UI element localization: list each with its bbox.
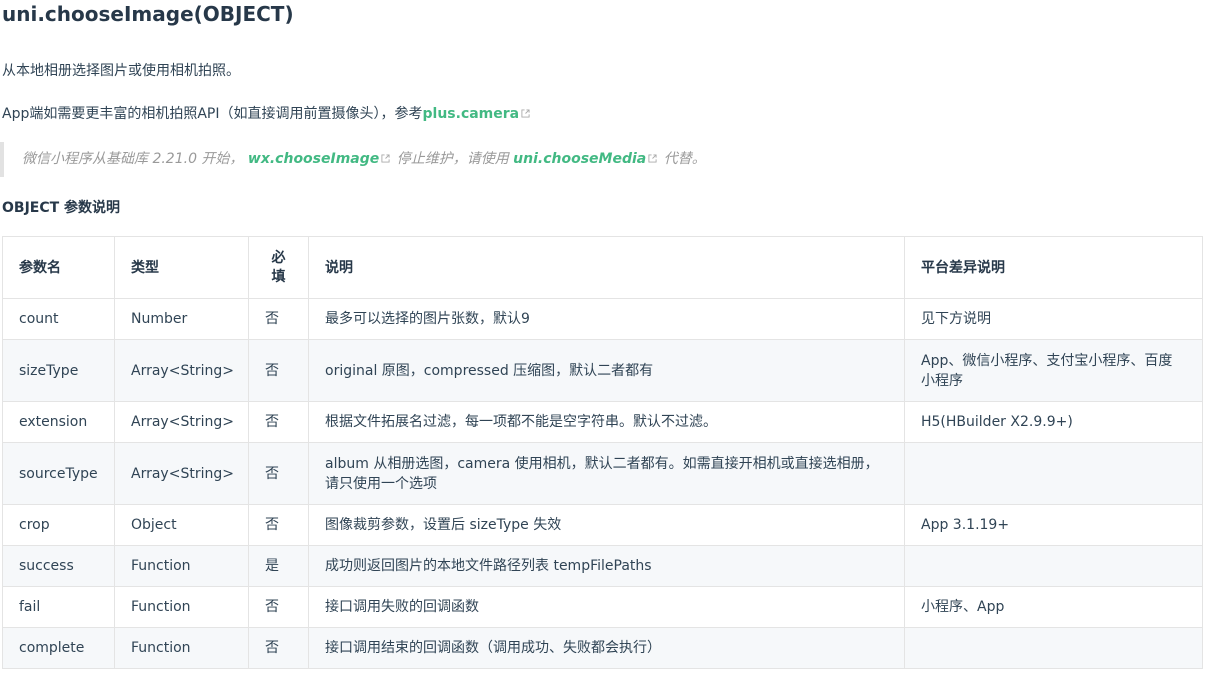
table-row: sourceType Array<String> 否 album 从相册选图，c… xyxy=(2,442,1203,505)
tip-prefix: 微信小程序从基础库 2.21.0 开始， xyxy=(22,151,244,167)
external-link-icon xyxy=(381,154,390,163)
table-row: complete Function 否 接口调用结束的回调函数（调用成功、失败都… xyxy=(2,627,1203,669)
cell-required: 否 xyxy=(248,504,309,546)
header-platform: 平台差异说明 xyxy=(904,236,1203,299)
cell-platform: App、微信小程序、支付宝小程序、百度小程序 xyxy=(904,339,1203,402)
cell-required: 否 xyxy=(248,442,309,505)
cell-desc: album 从相册选图，camera 使用相机，默认二者都有。如需直接开相机或直… xyxy=(308,442,905,505)
cell-type: Array<String> xyxy=(114,339,249,402)
cell-platform xyxy=(904,627,1203,669)
cell-desc: original 原图，compressed 压缩图，默认二者都有 xyxy=(308,339,905,402)
cell-platform xyxy=(904,545,1203,587)
table-row: fail Function 否 接口调用失败的回调函数 小程序、App xyxy=(2,586,1203,628)
cell-desc: 接口调用失败的回调函数 xyxy=(308,586,905,628)
external-link-icon xyxy=(521,109,530,118)
table-row: success Function 是 成功则返回图片的本地文件路径列表 temp… xyxy=(2,545,1203,587)
cell-platform: H5(HBuilder X2.9.9+) xyxy=(904,401,1203,443)
cell-required: 是 xyxy=(248,545,309,587)
cell-name: crop xyxy=(2,504,115,546)
header-required: 必填 xyxy=(248,236,309,299)
cell-type: Function xyxy=(114,627,249,669)
deprecation-tip: 微信小程序从基础库 2.21.0 开始， wx.chooseImage 停止维护… xyxy=(0,142,1190,177)
cell-platform: 见下方说明 xyxy=(904,298,1203,340)
page-title: uni.chooseImage(OBJECT) xyxy=(2,2,294,26)
intro-text: 从本地相册选择图片或使用相机拍照。 xyxy=(2,63,240,79)
cell-name: sizeType xyxy=(2,339,115,402)
cell-name: sourceType xyxy=(2,442,115,505)
cell-name: complete xyxy=(2,627,115,669)
table-row: sizeType Array<String> 否 original 原图，com… xyxy=(2,339,1203,402)
cell-type: Array<String> xyxy=(114,401,249,443)
cell-desc: 接口调用结束的回调函数（调用成功、失败都会执行） xyxy=(308,627,905,669)
cell-name: extension xyxy=(2,401,115,443)
cell-desc: 成功则返回图片的本地文件路径列表 tempFilePaths xyxy=(308,545,905,587)
cell-required: 否 xyxy=(248,627,309,669)
cell-required: 否 xyxy=(248,586,309,628)
cell-desc: 根据文件拓展名过滤，每一项都不能是空字符串。默认不过滤。 xyxy=(308,401,905,443)
cell-name: fail xyxy=(2,586,115,628)
tip-suffix: 代替。 xyxy=(663,151,706,167)
external-link-icon xyxy=(648,154,657,163)
section-title: OBJECT 参数说明 xyxy=(2,200,121,216)
uni-choosemedia-link[interactable]: uni.chooseMedia xyxy=(513,151,646,167)
plus-camera-link[interactable]: plus.camera xyxy=(423,106,520,122)
cell-type: Array<String> xyxy=(114,442,249,505)
header-name: 参数名 xyxy=(2,236,115,299)
table-row: extension Array<String> 否 根据文件拓展名过滤，每一项都… xyxy=(2,401,1203,443)
app-note-text: App端如需要更丰富的相机拍照API（如直接调用前置摄像头），参考 xyxy=(2,106,423,122)
cell-type: Object xyxy=(114,504,249,546)
cell-type: Function xyxy=(114,586,249,628)
params-table: 参数名 类型 必填 说明 平台差异说明 count Number 否 最多可以选… xyxy=(2,236,1203,669)
cell-name: count xyxy=(2,298,115,340)
cell-name: success xyxy=(2,545,115,587)
table-row: crop Object 否 图像裁剪参数，设置后 sizeType 失效 App… xyxy=(2,504,1203,546)
cell-required: 否 xyxy=(248,401,309,443)
cell-desc: 最多可以选择的图片张数，默认9 xyxy=(308,298,905,340)
cell-required: 否 xyxy=(248,298,309,340)
tip-middle: 停止维护，请使用 xyxy=(396,151,509,167)
cell-desc: 图像裁剪参数，设置后 sizeType 失效 xyxy=(308,504,905,546)
header-type: 类型 xyxy=(114,236,249,299)
cell-type: Number xyxy=(114,298,249,340)
header-required-line2: 填 xyxy=(271,268,286,285)
table-header-row: 参数名 类型 必填 说明 平台差异说明 xyxy=(2,236,1203,299)
cell-platform: App 3.1.19+ xyxy=(904,504,1203,546)
cell-required: 否 xyxy=(248,339,309,402)
app-note: App端如需要更丰富的相机拍照API（如直接调用前置摄像头），参考plus.ca… xyxy=(2,104,532,124)
cell-type: Function xyxy=(114,545,249,587)
header-required-line1: 必 xyxy=(271,249,286,266)
header-desc: 说明 xyxy=(308,236,905,299)
cell-platform xyxy=(904,442,1203,505)
wx-chooseimage-link[interactable]: wx.chooseImage xyxy=(248,151,379,167)
cell-platform: 小程序、App xyxy=(904,586,1203,628)
table-row: count Number 否 最多可以选择的图片张数，默认9 见下方说明 xyxy=(2,298,1203,340)
